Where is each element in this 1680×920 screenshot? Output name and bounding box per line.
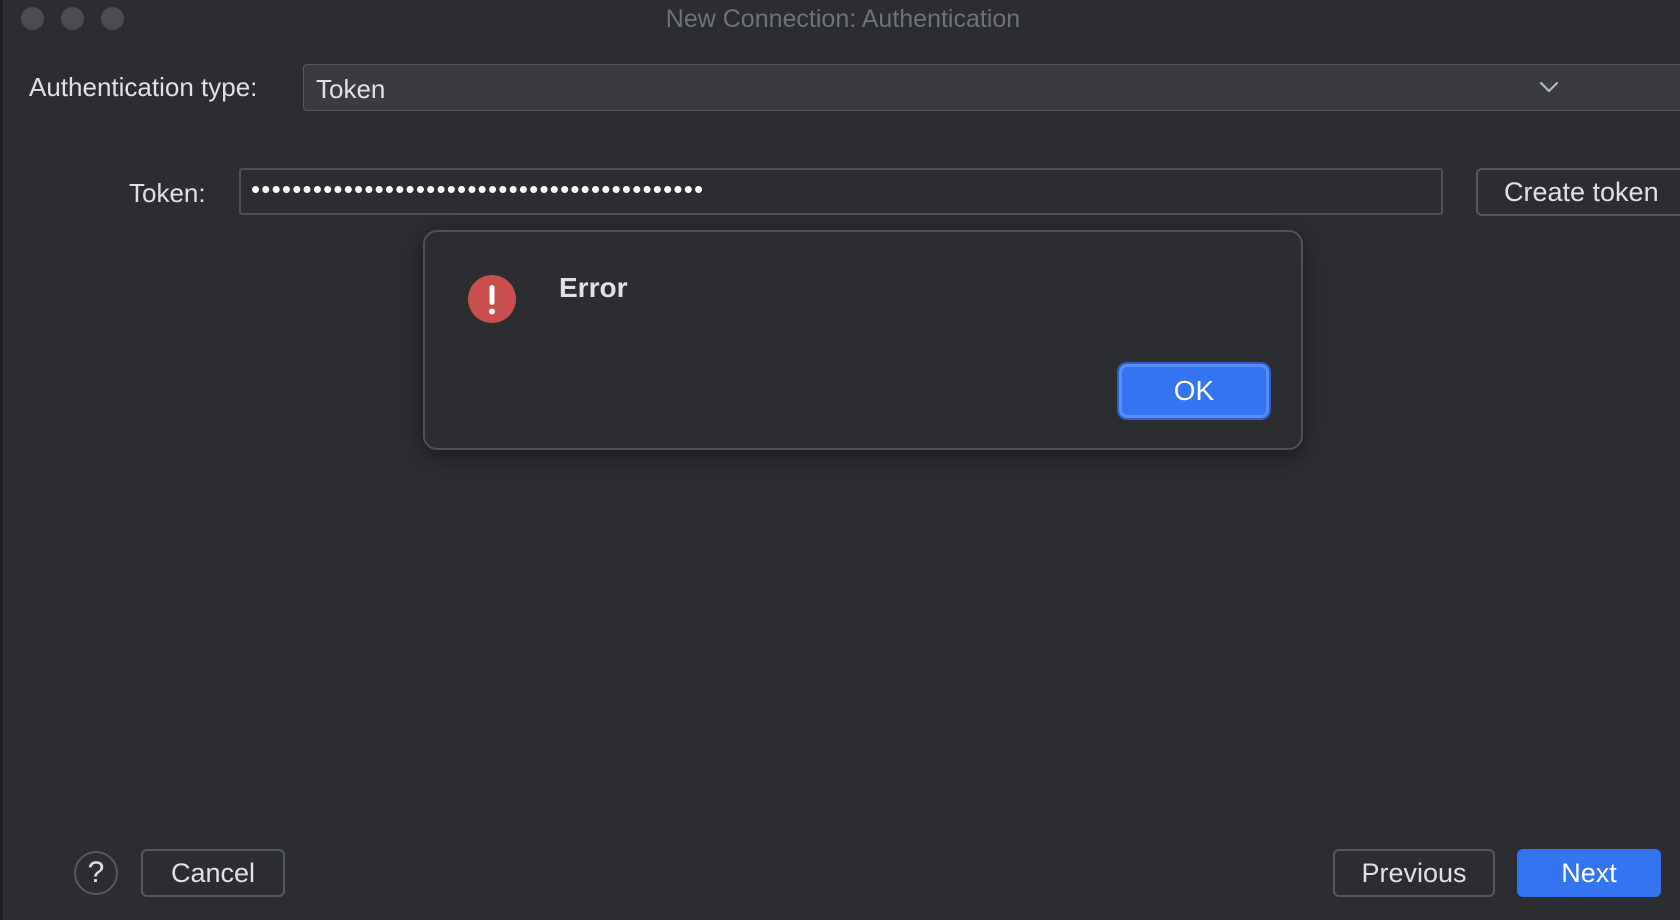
token-label: Token: (129, 178, 206, 208)
chevron-down-icon (1539, 81, 1559, 93)
dialog-title: Error (559, 272, 628, 303)
title-bar: New Connection: Authentication (3, 0, 1680, 38)
token-input[interactable]: ••••••••••••••••••••••••••••••••••••••••… (239, 168, 1443, 215)
authentication-type-value: Token (316, 74, 386, 104)
ok-button[interactable]: OK (1119, 364, 1269, 418)
previous-button[interactable]: Previous (1333, 849, 1495, 897)
authentication-type-select[interactable]: Token (303, 64, 1680, 111)
error-icon (468, 275, 516, 323)
help-button[interactable]: ? (74, 851, 118, 895)
error-dialog: Error OK (423, 230, 1303, 450)
token-masked-value: ••••••••••••••••••••••••••••••••••••••••… (251, 174, 705, 204)
authentication-type-label: Authentication type: (29, 72, 258, 102)
window-title: New Connection: Authentication (665, 5, 1021, 33)
cancel-button[interactable]: Cancel (141, 849, 285, 897)
next-button[interactable]: Next (1517, 849, 1661, 897)
new-connection-window: New Connection: Authentication Authentic… (0, 0, 1680, 920)
create-token-button[interactable]: Create token (1476, 168, 1680, 216)
